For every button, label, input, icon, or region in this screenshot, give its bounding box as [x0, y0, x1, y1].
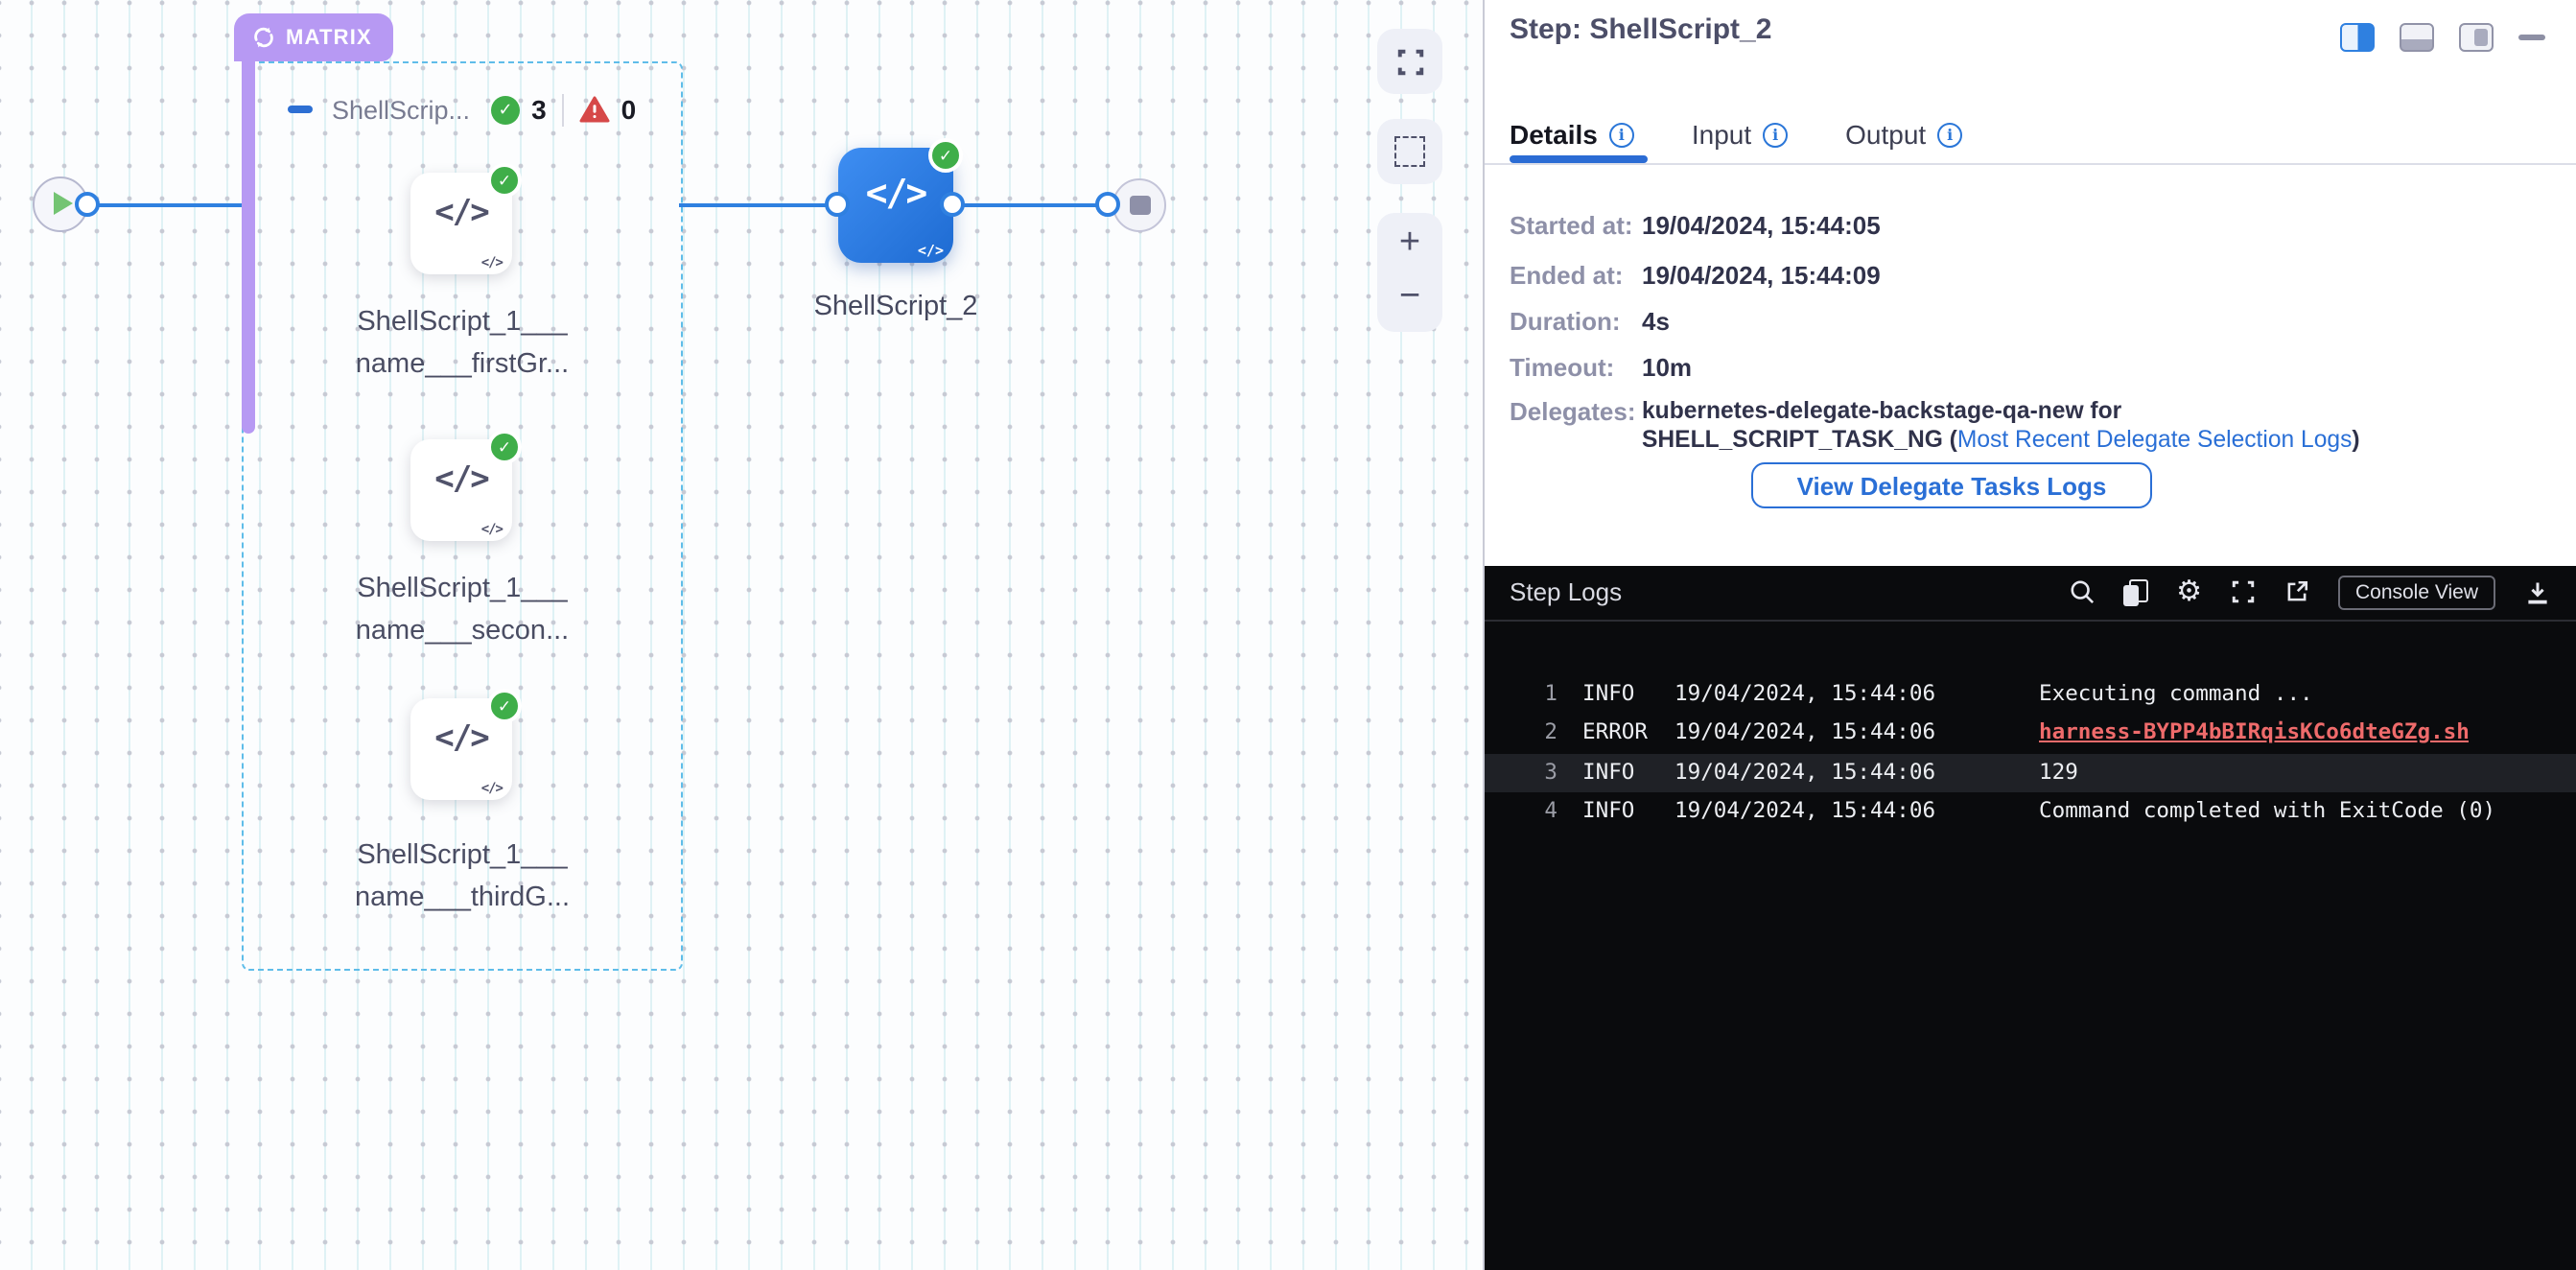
copy-icon[interactable]	[2122, 578, 2147, 605]
console-view-button[interactable]: Console View	[2338, 575, 2495, 609]
zoom-in-button[interactable]: +	[1377, 223, 1442, 265]
shellscript-mini-icon: </>	[481, 781, 503, 796]
shellscript-icon: </>	[838, 173, 953, 215]
step-logs-toolbar: Step Logs ⚙	[1485, 565, 2576, 621]
pipeline-canvas[interactable]: MATRIX ShellScrip... ✓ 3 0 </> </> ✓	[0, 0, 1485, 1270]
divider	[1485, 162, 2576, 164]
log-lines: 1 INFO 19/04/2024, 15:44:06 Executing co…	[1485, 674, 2576, 832]
view-delegate-tasks-logs-button[interactable]: View Delegate Tasks Logs	[1751, 462, 2152, 508]
pipeline-execution-view: MATRIX ShellScrip... ✓ 3 0 </> </> ✓	[0, 0, 2576, 1270]
settings-gear-icon[interactable]: ⚙	[2176, 577, 2202, 606]
minimize-panel-icon[interactable]	[2518, 35, 2545, 40]
layout-right-panel-icon[interactable]	[2340, 23, 2375, 52]
port-end	[1095, 192, 1120, 217]
matrix-failed-count: 0	[621, 94, 637, 125]
error-script-link[interactable]: harness-BYPP4bBIRqisKCo6dteGZg.sh	[2039, 719, 2470, 744]
step-logs-title: Step Logs	[1510, 577, 1622, 606]
log-row-highlighted: 3 INFO 19/04/2024, 15:44:06 129	[1485, 753, 2576, 792]
port-step-out	[940, 192, 965, 217]
matrix-header: ShellScrip... ✓ 3 0	[288, 90, 651, 129]
port-start	[75, 192, 100, 217]
search-icon[interactable]	[2069, 579, 2094, 604]
delegates-value: kubernetes-delegate-backstage-qa-new for…	[1642, 397, 2505, 453]
field-ended-at: Ended at: 19/04/2024, 15:44:09	[1510, 261, 1623, 290]
pipeline-end-node[interactable]	[1112, 177, 1166, 231]
zoom-out-button[interactable]: −	[1377, 276, 1442, 318]
node-label: ShellScript_1___ name___secon...	[299, 570, 625, 652]
delegate-selection-logs-link[interactable]: Most Recent Delegate Selection Logs	[1957, 425, 2353, 452]
matrix-badge-label: MATRIX	[286, 26, 372, 49]
panel-title: Step: ShellScript_2	[1510, 13, 1771, 46]
canvas-zoom-controls: + −	[1377, 213, 1442, 332]
success-check-icon: ✓	[487, 163, 522, 198]
field-timeout: Timeout: 10m	[1510, 353, 1614, 382]
field-started-at: Started at: 19/04/2024, 15:44:05	[1510, 211, 1633, 240]
matrix-title: ShellScrip...	[332, 95, 470, 124]
download-icon[interactable]	[2524, 578, 2551, 605]
success-check-icon: ✓	[487, 430, 522, 464]
log-row: 1 INFO 19/04/2024, 15:44:06 Executing co…	[1485, 674, 2576, 714]
tab-output[interactable]: Output i	[1845, 119, 1962, 150]
tab-input[interactable]: Input i	[1692, 119, 1788, 150]
shellscript-icon: </>	[410, 194, 512, 232]
loop-icon	[251, 25, 276, 50]
step-logs-actions: ⚙ Console View	[2069, 575, 2551, 609]
log-row: 2 ERROR 19/04/2024, 15:44:06 harness-BYP…	[1485, 714, 2576, 753]
open-in-new-window-icon[interactable]	[2284, 579, 2309, 604]
log-row: 4 INFO 19/04/2024, 15:44:06 Command comp…	[1485, 792, 2576, 832]
layout-bottom-panel-icon[interactable]	[2400, 23, 2434, 52]
matrix-step-node-2[interactable]: </> </> ✓	[410, 439, 512, 541]
matrix-step-node-3[interactable]: </> </> ✓	[410, 698, 512, 800]
node-label: ShellScript_1___ name___firstGr...	[299, 303, 625, 386]
node-label: ShellScript_1___ name___thirdG...	[299, 836, 625, 919]
success-check-icon: ✓	[491, 95, 520, 124]
canvas-fullscreen-button[interactable]	[1377, 29, 1442, 94]
success-check-icon: ✓	[928, 138, 963, 173]
shellscript-mini-icon: </>	[918, 242, 944, 259]
matrix-success-count: 3	[531, 94, 547, 125]
divider	[562, 93, 564, 126]
main-node-label: ShellScript_2	[733, 288, 1059, 329]
panel-tabs: Details i Input i Output i	[1510, 119, 1962, 150]
expand-fullscreen-icon[interactable]	[2231, 579, 2256, 604]
stop-icon	[1130, 195, 1150, 215]
shellscript-icon: </>	[410, 719, 512, 758]
edge-start-to-matrix	[84, 202, 246, 207]
collapse-matrix-icon[interactable]	[288, 106, 313, 112]
shellscript-icon: </>	[410, 460, 512, 499]
matrix-step-node-1[interactable]: </> </> ✓	[410, 173, 512, 274]
marquee-selection-icon	[1394, 136, 1425, 167]
layout-floating-panel-icon[interactable]	[2459, 23, 2494, 52]
port-step-in	[825, 192, 850, 217]
play-icon	[54, 192, 73, 215]
fullscreen-icon	[1395, 47, 1424, 76]
shellscript-2-node[interactable]: </> </> ✓	[838, 148, 953, 263]
step-logs-panel: Step Logs ⚙	[1485, 565, 2576, 1270]
info-icon[interactable]: i	[1609, 122, 1634, 147]
edge-matrix-to-step	[679, 202, 838, 207]
shellscript-mini-icon: </>	[481, 255, 503, 270]
matrix-left-strip	[242, 58, 255, 434]
step-details-panel: Step: ShellScript_2 Details i Input i Ou…	[1485, 0, 2576, 1270]
panel-layout-controls	[2340, 23, 2545, 52]
shellscript-mini-icon: </>	[481, 522, 503, 537]
field-duration: Duration: 4s	[1510, 307, 1621, 336]
edge-step-to-end	[953, 202, 1111, 207]
success-check-icon: ✓	[487, 689, 522, 723]
tab-details[interactable]: Details i	[1510, 119, 1634, 150]
info-icon[interactable]: i	[1937, 122, 1962, 147]
matrix-badge[interactable]: MATRIX	[234, 13, 393, 61]
canvas-select-button[interactable]	[1377, 119, 1442, 184]
info-icon[interactable]: i	[1763, 122, 1788, 147]
field-delegates: Delegates: kubernetes-delegate-backstage…	[1510, 397, 1636, 426]
warning-triangle-icon	[579, 96, 610, 123]
